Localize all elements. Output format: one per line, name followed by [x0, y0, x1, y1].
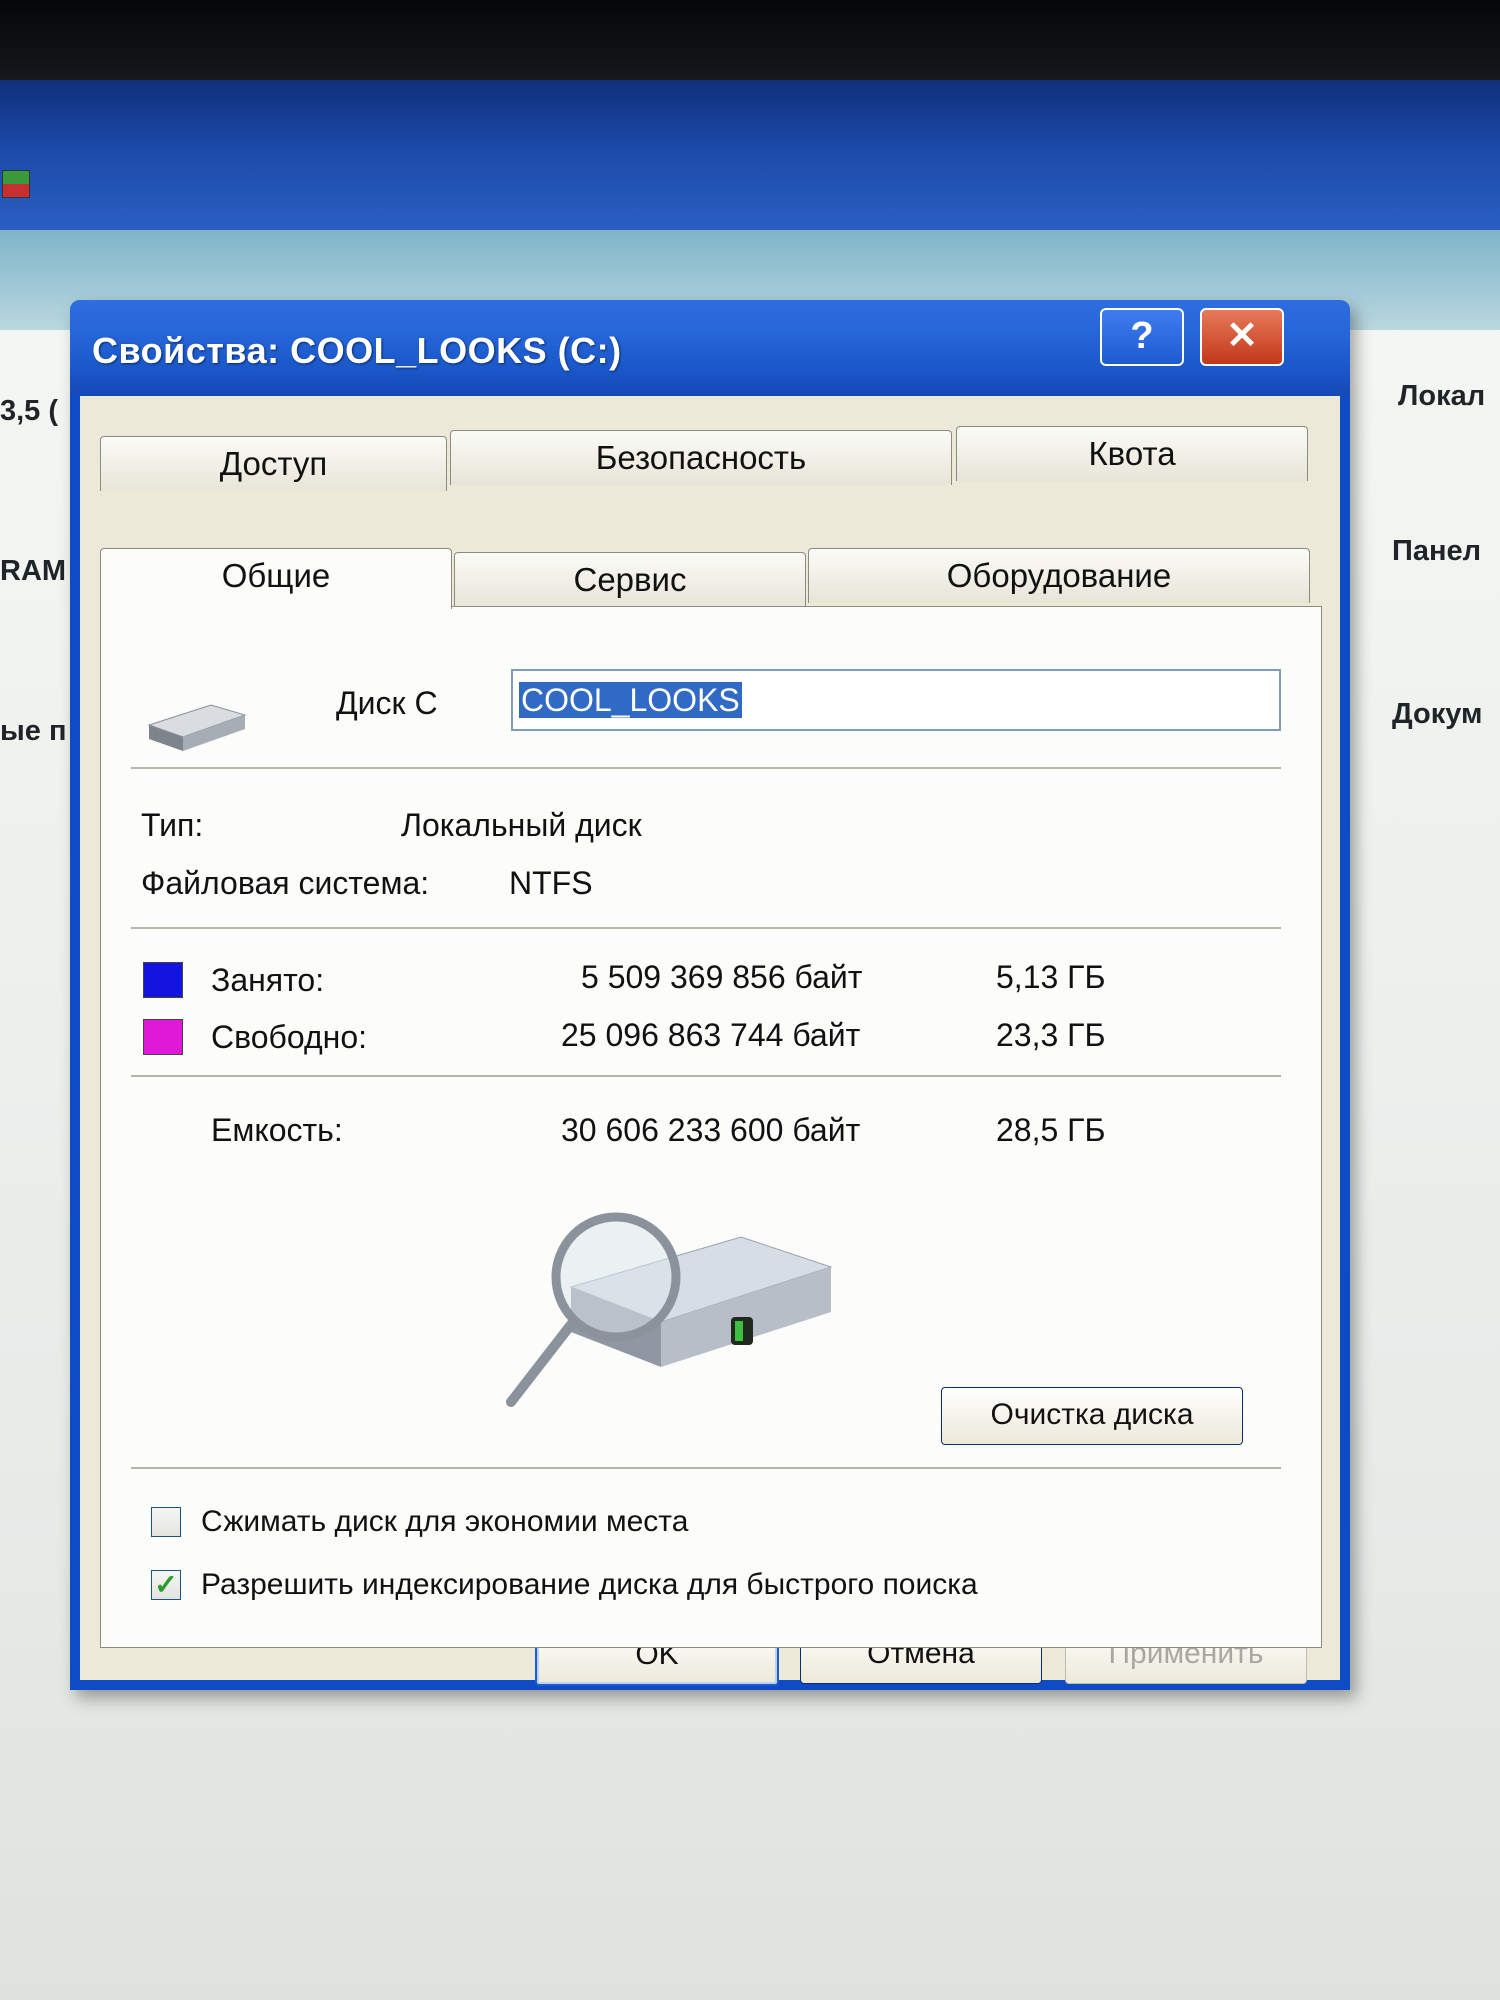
used-space-bytes: 5 509 369 856 байт — [581, 959, 863, 995]
disk-cleanup-illustration — [506, 1212, 833, 1407]
capacity-size: 28,5 ГБ — [996, 1112, 1106, 1148]
tab-hardware[interactable]: Оборудование — [808, 548, 1310, 603]
used-space-swatch — [143, 962, 183, 998]
filesystem-label: Файловая система: — [141, 865, 430, 901]
free-space-label: Свободно: — [211, 1019, 367, 1055]
separator — [131, 767, 1281, 769]
free-space-size: 23,3 ГБ — [996, 1017, 1106, 1053]
free-space-bytes: 25 096 863 744 байт — [561, 1017, 861, 1053]
allow-indexing-checkbox[interactable]: ✓ — [151, 1570, 181, 1600]
allow-indexing-label[interactable]: Разрешить индексирование диска для быстр… — [201, 1568, 978, 1602]
monitor-bezel — [0, 0, 1500, 80]
system-menu-icon[interactable] — [2, 170, 30, 198]
properties-dialog: Свойства: COOL_LOOKS (C:) ? ✕ Доступ Без… — [70, 300, 1350, 1690]
checkmark-icon: ✓ — [154, 1569, 178, 1600]
capacity-label: Емкость: — [211, 1112, 343, 1148]
compress-drive-label[interactable]: Сжимать диск для экономии места — [201, 1505, 688, 1539]
dialog-titlebar[interactable]: Свойства: COOL_LOOKS (C:) ? ✕ — [70, 300, 1350, 396]
used-space-size: 5,13 ГБ — [996, 959, 1106, 995]
free-space-swatch — [143, 1019, 183, 1055]
background-left-label: ые п — [0, 715, 67, 747]
drive-letter-label: Диск C — [336, 685, 438, 721]
volume-name-selected-text: COOL_LOOKS — [519, 682, 742, 718]
filesystem-value: NTFS — [509, 865, 593, 901]
separator — [131, 1075, 1281, 1077]
hard-drive-icon — [147, 704, 247, 751]
background-window-titlebar — [0, 80, 1500, 230]
tab-access[interactable]: Доступ — [100, 436, 447, 491]
general-tab-panel: Диск C COOL_LOOKS Тип: Локальный диск Фа… — [100, 606, 1322, 1648]
capacity-bytes: 30 606 233 600 байт — [561, 1112, 861, 1148]
tab-quota[interactable]: Квота — [956, 426, 1308, 481]
tab-tools[interactable]: Сервис — [454, 552, 806, 607]
tab-security[interactable]: Безопасность — [450, 430, 952, 485]
background-right-label[interactable]: Локал — [1398, 380, 1485, 413]
volume-name-field[interactable]: COOL_LOOKS — [511, 669, 1281, 731]
separator — [131, 927, 1281, 929]
dialog-client-area: Доступ Безопасность Квота Общие Сервис О… — [80, 396, 1340, 1686]
used-space-label: Занято: — [211, 962, 325, 998]
type-label: Тип: — [141, 807, 204, 843]
type-value: Локальный диск — [401, 807, 642, 843]
background-right-label[interactable]: Докум — [1392, 698, 1482, 731]
separator — [131, 1467, 1281, 1469]
help-button[interactable]: ? — [1100, 308, 1184, 366]
close-button[interactable]: ✕ — [1200, 308, 1284, 366]
background-left-label: 3,5 ( — [0, 395, 59, 427]
background-left-label: RAM — [0, 555, 67, 587]
background-right-label[interactable]: Панел — [1392, 535, 1481, 568]
dialog-title: Свойства: COOL_LOOKS (C:) — [92, 330, 622, 371]
tab-general[interactable]: Общие — [100, 548, 452, 609]
disk-cleanup-button[interactable]: Очистка диска — [941, 1387, 1243, 1445]
compress-drive-checkbox[interactable] — [151, 1507, 181, 1537]
